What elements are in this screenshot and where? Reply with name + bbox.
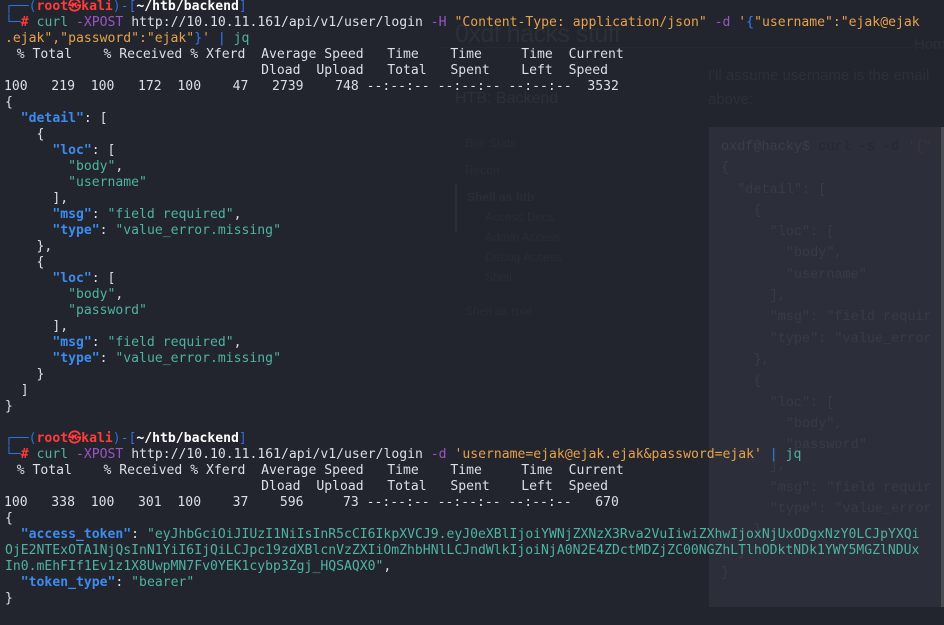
prompt-hash: #: [20, 15, 29, 30]
json-line: "username": [5, 175, 147, 191]
json-line: "type": "value_error.missing": [52, 223, 281, 238]
cmd-flag: -d: [714, 15, 731, 30]
json-line: {: [36, 255, 45, 270]
json-line: {: [5, 95, 13, 110]
json-value: "username": [68, 175, 147, 190]
cmd-flag: -d: [430, 447, 447, 462]
json-value: "value_error.missing": [115, 223, 281, 238]
prompt-cwd: ~/htb/backend: [136, 431, 239, 446]
json-line: "detail": [: [20, 111, 108, 126]
curl-progress-values: 100 219 100 172 100 47 2739 748 --:--:--…: [4, 79, 619, 94]
json-key: "msg": [52, 335, 92, 350]
access-token-value-cont: OjE2NTExOTA1NjQsInN1YiI6IjQiLCJpc19zdXBl…: [5, 543, 920, 558]
json-line: }: [5, 399, 13, 414]
cmd-program: curl: [36, 15, 69, 30]
prompt-cwd: ~/htb/backend: [136, 0, 239, 14]
json-line: "msg": "field required",: [52, 335, 242, 350]
json-value: "body": [68, 287, 116, 302]
json-line: "loc": [: [52, 271, 116, 286]
cmd-url: http://10.10.11.161/api/v1/user/login: [131, 15, 423, 30]
prompt-line-1: ┌──(root㉿kali)-[~/htb/backend]: [5, 0, 247, 14]
cmd-flag: -XPOST: [76, 15, 124, 30]
json-line: OjE2NTExOTA1NjQsInN1YiI6IjQiLCJpc19zdXBl…: [5, 543, 919, 559]
cmd-quote: ': [738, 15, 747, 30]
json-key: "msg": [52, 207, 92, 222]
json-line: "access_token": "eyJhbGciOiJIUzI1NiIsInR…: [20, 527, 920, 542]
prompt-user: root: [36, 431, 69, 446]
json-line: {: [36, 127, 45, 142]
json-line: }: [36, 367, 45, 382]
cmd-flag: -H: [430, 15, 447, 30]
cmd-quote: ': [202, 31, 210, 46]
prompt-skull-icon: ㉿: [68, 0, 82, 14]
json-line: "msg": "field required",: [52, 207, 242, 222]
cmd-body-arg-cont: .ejak","password":"ejak": [5, 31, 195, 46]
curl-progress-subheader: Dload Upload Total Spent Left Speed: [1, 63, 608, 78]
terminal-window[interactable]: ┌──(root㉿kali)-[~/htb/backend] └─# curl …: [0, 0, 944, 625]
json-value: "bearer": [131, 575, 195, 590]
json-line: ]: [20, 383, 29, 398]
cmd-flag: -XPOST: [76, 447, 124, 462]
json-key: "access_token": [20, 527, 132, 542]
json-line: "type": "value_error.missing": [52, 351, 281, 366]
json-key: "loc": [52, 143, 92, 158]
cmd-body-arg: "username":"ejak@ejak: [754, 15, 920, 30]
prompt-host: kali: [81, 431, 113, 446]
json-line: "password": [5, 303, 147, 319]
json-line: In0.mEhFIf1Ev1z1X8UwpMN7Fv0YEK1cybp3Zgj_…: [5, 559, 392, 574]
cmd-jq: jq: [233, 31, 250, 46]
json-key: "loc": [52, 271, 92, 286]
access-token-value: "eyJhbGciOiJIUzI1NiIsInR5cCI6IkpXVCJ9.ey…: [146, 527, 920, 542]
json-line: {: [5, 511, 13, 526]
cmd-pipe: |: [217, 31, 226, 46]
prompt-hash: #: [20, 447, 29, 462]
json-value: "password": [68, 303, 147, 318]
json-key: "type": [52, 351, 100, 366]
access-token-value-end: In0.mEhFIf1Ev1z1X8UwpMN7Fv0YEK1cybp3Zgj_…: [5, 559, 384, 574]
json-value: "field required": [107, 207, 234, 222]
json-value: "body": [68, 159, 116, 174]
json-line: "token_type": "bearer": [20, 575, 195, 590]
command-line-2: └─# curl -XPOST http://10.10.11.161/api/…: [5, 447, 802, 462]
cmd-body-arg: 'username=ejak@ejak.ejak&password=ejak': [454, 447, 762, 462]
json-line: ],: [52, 191, 69, 206]
curl-progress-header: % Total % Received % Xferd Average Speed…: [1, 463, 624, 478]
prompt-host: kali: [81, 0, 113, 14]
json-key: "type": [52, 223, 100, 238]
cmd-header-arg: "Content-Type: application/json": [454, 15, 707, 30]
prompt-user: root: [36, 0, 69, 14]
command-line-1-wrap: .ejak","password":"ejak"}' | jq: [5, 31, 249, 47]
curl-progress-values: 100 338 100 301 100 37 596 73 --:--:-- -…: [4, 495, 619, 510]
curl-progress-header: % Total % Received % Xferd Average Speed…: [1, 47, 624, 62]
cmd-pipe: |: [769, 447, 778, 462]
cmd-jq: jq: [785, 447, 802, 462]
curl-progress-subheader: Dload Upload Total Spent Left Speed: [1, 479, 608, 494]
json-value: "field required": [107, 335, 234, 350]
cmd-url: http://10.10.11.161/api/v1/user/login: [131, 447, 423, 462]
command-line-1: └─# curl -XPOST http://10.10.11.161/api/…: [5, 15, 920, 30]
json-line: ],: [52, 319, 69, 334]
json-value: "value_error.missing": [115, 351, 281, 366]
json-line: }: [5, 591, 13, 606]
prompt-line-2: ┌──(root㉿kali)-[~/htb/backend]: [5, 431, 247, 446]
cmd-brace: {: [746, 15, 755, 30]
cmd-brace: }: [194, 31, 203, 46]
json-line: "loc": [: [52, 143, 116, 158]
cmd-program: curl: [36, 447, 69, 462]
json-line: "body",: [68, 287, 124, 302]
json-key: "token_type": [20, 575, 116, 590]
json-line: },: [36, 239, 53, 254]
json-line: "body",: [68, 159, 124, 174]
prompt-skull-icon: ㉿: [68, 431, 82, 446]
json-key: "detail": [20, 111, 84, 126]
